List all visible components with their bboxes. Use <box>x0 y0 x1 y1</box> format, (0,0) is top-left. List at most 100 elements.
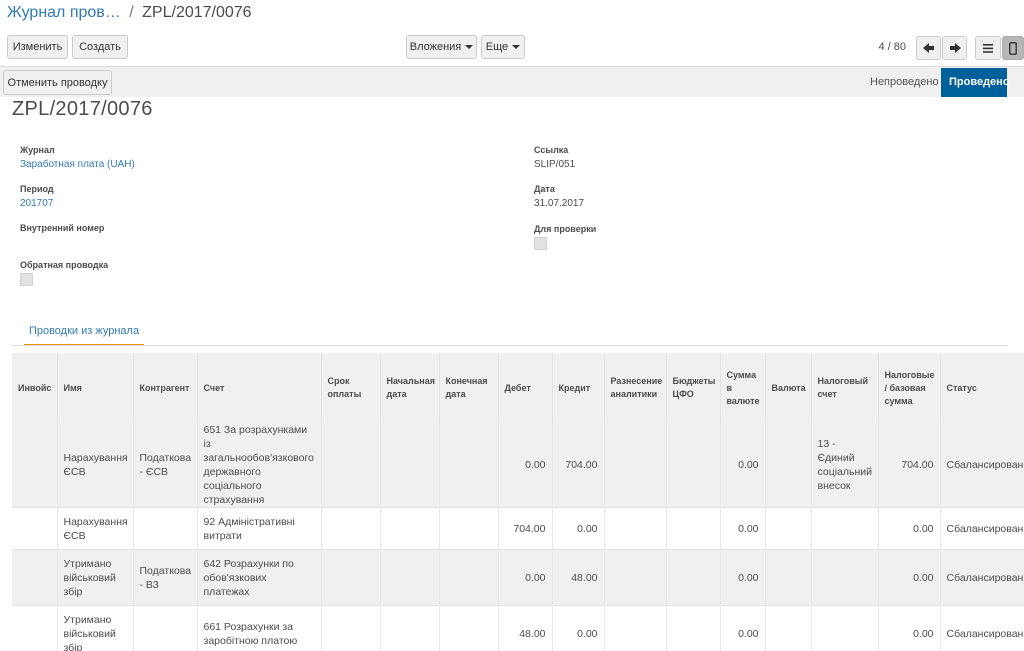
table-cell: 48.00 <box>552 549 605 606</box>
table-cell <box>321 423 381 508</box>
column-header[interactable]: Статус <box>940 353 1024 423</box>
create-button[interactable]: Создать <box>72 35 128 59</box>
table-cell <box>811 507 879 550</box>
column-header[interactable]: Бюджеты ЦФО <box>666 353 721 423</box>
reverse-entry-label: Обратная проводка <box>20 260 109 270</box>
table-cell <box>380 549 440 606</box>
table-cell <box>439 507 499 550</box>
table-cell: 642 Розрахунки по обов'язкових платежах <box>197 549 322 606</box>
column-header[interactable]: Инвойс <box>12 353 58 423</box>
table-cell: 704.00 <box>878 423 941 508</box>
table-cell <box>666 507 721 550</box>
attachments-dropdown[interactable]: Вложения <box>406 35 477 59</box>
more-dropdown[interactable]: Еще <box>481 35 525 59</box>
breadcrumb-separator: / <box>129 4 134 21</box>
table-cell: 0.00 <box>878 549 941 606</box>
form-view-button[interactable] <box>1002 36 1024 60</box>
table-cell: 0.00 <box>498 549 553 606</box>
column-header[interactable]: Конечная дата <box>439 353 499 423</box>
table-row[interactable]: Нарахування ЄСВ Податкова - ЄСВ 651 За роз… <box>12 423 1024 508</box>
cancel-entry-button[interactable]: Отменить проводку <box>3 70 112 95</box>
state-draft[interactable]: Непроведено <box>862 68 947 97</box>
table-cell: Нарахування ЄСВ <box>57 507 134 550</box>
column-header[interactable]: Имя <box>57 353 134 423</box>
edit-button[interactable]: Изменить <box>7 35 68 59</box>
table-cell <box>12 605 58 651</box>
reverse-entry-checkbox[interactable] <box>20 273 33 286</box>
table-cell <box>380 423 440 508</box>
table-cell <box>811 549 879 606</box>
column-header[interactable]: Валюта <box>765 353 812 423</box>
attachments-label: Вложения <box>409 41 462 53</box>
column-header[interactable]: Счет <box>197 353 322 423</box>
table-cell: Утримано військовий збір <box>57 605 134 651</box>
journal-value[interactable]: Заработная плата (UAH) <box>20 159 135 170</box>
tab-journal-items[interactable]: Проводки из журнала <box>24 320 144 346</box>
table-cell: 0.00 <box>552 507 605 550</box>
table-cell <box>439 423 499 508</box>
entry-title: ZPL/2017/0076 <box>12 98 153 120</box>
table-cell <box>133 507 198 550</box>
arrow-left-icon <box>922 43 934 53</box>
form-view-icon <box>1009 41 1017 55</box>
period-label: Период <box>20 184 54 194</box>
table-cell <box>439 605 499 651</box>
column-header[interactable]: Разнесение аналитики <box>604 353 667 423</box>
table-cell <box>321 605 381 651</box>
table-cell <box>765 549 812 606</box>
column-header[interactable]: Налоговый счет <box>811 353 879 423</box>
journal-items-table: Инвойс Имя Контрагент Счет Срок оплаты Н… <box>12 353 1024 651</box>
table-cell <box>12 423 58 508</box>
pager-previous-button[interactable] <box>916 36 941 60</box>
table-row[interactable]: Утримано військовий збір Податкова - ВЗ 64… <box>12 549 1024 606</box>
journal-label: Журнал <box>20 145 55 155</box>
table-cell: 0.00 <box>878 605 941 651</box>
to-review-checkbox[interactable] <box>534 237 547 250</box>
table-cell: Сбалансирован <box>940 549 1024 606</box>
to-review-label: Для проверки <box>534 224 597 234</box>
breadcrumb-parent-link[interactable]: Журнал пров… <box>7 4 121 21</box>
table-cell <box>380 605 440 651</box>
table-cell <box>765 423 812 508</box>
arrow-right-icon <box>949 43 961 53</box>
column-header[interactable]: Кредит <box>552 353 605 423</box>
table-row[interactable]: Нарахування ЄСВ 92 Адміністративні витрат… <box>12 507 1024 550</box>
table-cell <box>765 605 812 651</box>
pager-next-button[interactable] <box>942 36 967 60</box>
column-header[interactable]: Начальная дата <box>380 353 440 423</box>
pager-value[interactable]: 4 / 80 <box>878 41 906 53</box>
table-row[interactable]: Утримано військовий збір 661 Розрахунки з… <box>12 605 1024 651</box>
table-cell: 704.00 <box>498 507 553 550</box>
table-cell <box>811 605 879 651</box>
list-view-icon <box>983 43 993 53</box>
table-cell <box>765 507 812 550</box>
date-label: Дата <box>534 184 555 194</box>
table-cell: 0.00 <box>720 549 766 606</box>
table-cell <box>666 423 721 508</box>
breadcrumb-current: ZPL/2017/0076 <box>142 4 252 21</box>
state-posted[interactable]: Проведено <box>941 68 1010 97</box>
table-cell <box>12 549 58 606</box>
table-cell <box>12 507 58 550</box>
table-cell: 92 Адміністративні витрати <box>197 507 322 550</box>
period-value[interactable]: 201707 <box>20 198 53 209</box>
table-cell <box>380 507 440 550</box>
column-header[interactable]: Контрагент <box>133 353 198 423</box>
table-cell: 0.00 <box>720 507 766 550</box>
table-cell: 0.00 <box>552 605 605 651</box>
table-header-row: Инвойс Имя Контрагент Счет Срок оплаты Н… <box>12 353 1024 423</box>
table-cell <box>439 549 499 606</box>
column-header[interactable]: Срок оплаты <box>321 353 381 423</box>
list-view-button[interactable] <box>975 36 1001 60</box>
internal-number-label: Внутренний номер <box>20 223 105 233</box>
column-header[interactable]: Налоговые / базовая сумма <box>878 353 941 423</box>
table-cell: 48.00 <box>498 605 553 651</box>
table-cell: 651 За розрахунками із загальнообов'язко… <box>197 423 322 508</box>
column-header[interactable]: Сумма в валюте <box>720 353 766 423</box>
column-header[interactable]: Дебет <box>498 353 553 423</box>
table-cell: 13 - Єдиний соціальний внесок <box>811 423 879 508</box>
table-cell: 0.00 <box>878 507 941 550</box>
reference-value: SLIP/051 <box>534 159 576 170</box>
more-label: Еще <box>485 41 509 53</box>
table-cell <box>604 507 667 550</box>
